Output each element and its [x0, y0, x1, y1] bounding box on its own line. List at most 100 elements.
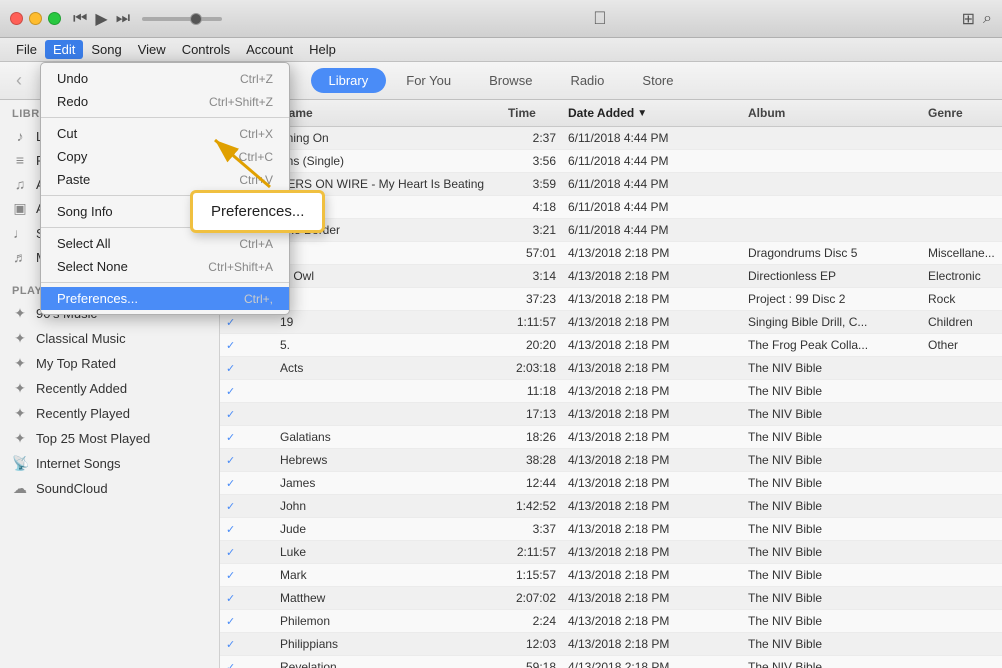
tab-library[interactable]: Library [311, 68, 387, 93]
sidebar-item-classical[interactable]: ✦ Classical Music [0, 326, 219, 351]
cell-check: ✓ [220, 635, 244, 653]
col-date-added[interactable]: Date Added ▼ [562, 104, 742, 122]
menu-item-paste[interactable]: Paste Ctrl+V [41, 168, 289, 191]
nav-back-icon[interactable]: ‹ [16, 70, 22, 91]
table-row[interactable]: ✓ 57:01 4/13/2018 2:18 PM Dragondrums Di… [220, 242, 1002, 265]
table-row[interactable]: ✓ 11:18 4/13/2018 2:18 PM The NIV Bible [220, 380, 1002, 403]
menu-help[interactable]: Help [301, 40, 344, 59]
menu-account[interactable]: Account [238, 40, 301, 59]
checkmark-icon: ✓ [226, 432, 235, 444]
fast-forward-button[interactable]: ⏭ [116, 10, 130, 28]
tab-store[interactable]: Store [624, 68, 691, 93]
table-row[interactable]: ✓ The Border 3:21 6/11/2018 4:44 PM [220, 219, 1002, 242]
table-row[interactable]: ✓ n 4:18 6/11/2018 4:44 PM [220, 196, 1002, 219]
menu-file[interactable]: File [8, 40, 45, 59]
search-icon[interactable]: ⌕ [983, 10, 992, 28]
maximize-button[interactable] [48, 12, 61, 25]
menu-item-select-all[interactable]: Select All Ctrl+A [41, 232, 289, 255]
col-name[interactable]: Name [274, 104, 502, 122]
menu-item-preferences[interactable]: Preferences... Ctrl+, [41, 287, 289, 310]
table-row[interactable]: ✓ Mark 1:15:57 4/13/2018 2:18 PM The NIV… [220, 564, 1002, 587]
menu-view[interactable]: View [130, 40, 174, 59]
cell-check: ✓ [220, 520, 244, 538]
menu-item-select-none[interactable]: Select None Ctrl+Shift+A [41, 255, 289, 278]
table-row[interactable]: ✓ ans (Single) 3:56 6/11/2018 4:44 PM [220, 150, 1002, 173]
table-row[interactable]: ✓ John 1:42:52 4/13/2018 2:18 PM The NIV… [220, 495, 1002, 518]
table-row[interactable]: ✓ Galatians 18:26 4/13/2018 2:18 PM The … [220, 426, 1002, 449]
cell-name: n [274, 198, 502, 216]
dropdown-menu[interactable]: Undo Ctrl+Z Redo Ctrl+Shift+Z Cut Ctrl+X… [40, 62, 290, 315]
sidebar-item-my-top-rated[interactable]: ✦ My Top Rated [0, 351, 219, 376]
cell-check: ✓ [220, 497, 244, 515]
table-header: # Name Time Date Added ▼ Album Genre [220, 100, 1002, 127]
cell-num [244, 481, 274, 485]
cell-album: The NIV Bible [742, 382, 922, 400]
cell-genre [922, 504, 1002, 508]
cell-name: TERS ON WIRE - My Heart Is Beating [274, 175, 502, 193]
divider [41, 227, 289, 228]
menu-bar: File Edit Song View Controls Account Hel… [0, 38, 1002, 62]
cell-date-added: 4/13/2018 2:18 PM [562, 267, 742, 285]
sidebar-item-top-25[interactable]: ✦ Top 25 Most Played [0, 426, 219, 451]
cell-date-added: 4/13/2018 2:18 PM [562, 336, 742, 354]
cell-num [244, 642, 274, 646]
table-row[interactable]: ✓ Hebrews 38:28 4/13/2018 2:18 PM The NI… [220, 449, 1002, 472]
table-row[interactable]: ✓ James 12:44 4/13/2018 2:18 PM The NIV … [220, 472, 1002, 495]
col-genre[interactable]: Genre [922, 104, 1002, 122]
volume-slider[interactable] [142, 17, 222, 21]
table-row[interactable]: ✓ aning On 2:37 6/11/2018 4:44 PM [220, 127, 1002, 150]
table-row[interactable]: ✓ TERS ON WIRE - My Heart Is Beating 3:5… [220, 173, 1002, 196]
table-row[interactable]: ✓ Jude 3:37 4/13/2018 2:18 PM The NIV Bi… [220, 518, 1002, 541]
menu-song[interactable]: Song [83, 40, 129, 59]
cell-album: The NIV Bible [742, 405, 922, 423]
cell-name: Philippians [274, 635, 502, 653]
grid-icon[interactable]: ⊞ [962, 9, 975, 29]
cell-check: ✓ [220, 589, 244, 607]
menu-item-cut[interactable]: Cut Ctrl+X [41, 122, 289, 145]
sidebar-item-recently-added[interactable]: ✦ Recently Added [0, 376, 219, 401]
table-row[interactable]: ✓ 37:23 4/13/2018 2:18 PM Project : 99 D… [220, 288, 1002, 311]
checkmark-icon: ✓ [226, 455, 235, 467]
menu-controls[interactable]: Controls [174, 40, 238, 59]
cell-time: 38:28 [502, 451, 562, 469]
cell-time: 1:42:52 [502, 497, 562, 515]
table-row[interactable]: ✓ 5. 20:20 4/13/2018 2:18 PM The Frog Pe… [220, 334, 1002, 357]
cell-album: Directionless EP [742, 267, 922, 285]
table-row[interactable]: ✓ Revelation 59:18 4/13/2018 2:18 PM The… [220, 656, 1002, 668]
col-album[interactable]: Album [742, 104, 922, 122]
sidebar-item-soundcloud[interactable]: ☁ SoundCloud [0, 476, 219, 501]
play-button[interactable]: ▶ [95, 9, 107, 29]
menu-item-song-info[interactable]: Song Info Ctrl+I [41, 200, 289, 223]
rewind-button[interactable]: ⏮ [73, 10, 87, 28]
cell-album: The NIV Bible [742, 566, 922, 584]
tab-radio[interactable]: Radio [552, 68, 622, 93]
sidebar-item-internet-songs[interactable]: 📡 Internet Songs [0, 451, 219, 476]
table-row[interactable]: ✓ Philippians 12:03 4/13/2018 2:18 PM Th… [220, 633, 1002, 656]
cell-num [244, 458, 274, 462]
menu-item-redo[interactable]: Redo Ctrl+Shift+Z [41, 90, 289, 113]
menu-item-undo[interactable]: Undo Ctrl+Z [41, 67, 289, 90]
table-row[interactable]: ✓ Philemon 2:24 4/13/2018 2:18 PM The NI… [220, 610, 1002, 633]
table-row[interactable]: ✓ 19 1:11:57 4/13/2018 2:18 PM Singing B… [220, 311, 1002, 334]
minimize-button[interactable] [29, 12, 42, 25]
playlist-icon: ✦ [12, 430, 28, 447]
menu-item-copy[interactable]: Copy Ctrl+C [41, 145, 289, 168]
col-time[interactable]: Time [502, 104, 562, 122]
menu-edit[interactable]: Edit [45, 40, 83, 59]
cell-name: aning On [274, 129, 502, 147]
playlist-icon: ✦ [12, 330, 28, 347]
cell-date-added: 4/13/2018 2:18 PM [562, 566, 742, 584]
sidebar-item-recently-played[interactable]: ✦ Recently Played [0, 401, 219, 426]
cell-date-added: 6/11/2018 4:44 PM [562, 152, 742, 170]
table-row[interactable]: ✓ 17:13 4/13/2018 2:18 PM The NIV Bible [220, 403, 1002, 426]
close-button[interactable] [10, 12, 23, 25]
cell-time: 3:56 [502, 152, 562, 170]
tab-for-you[interactable]: For You [388, 68, 469, 93]
table-row[interactable]: ✓ Matthew 2:07:02 4/13/2018 2:18 PM The … [220, 587, 1002, 610]
tab-browse[interactable]: Browse [471, 68, 550, 93]
cell-date-added: 4/13/2018 2:18 PM [562, 313, 742, 331]
table-row[interactable]: ✓ Luke 2:11:57 4/13/2018 2:18 PM The NIV… [220, 541, 1002, 564]
table-row[interactable]: ✓ ht Owl 3:14 4/13/2018 2:18 PM Directio… [220, 265, 1002, 288]
cell-time: 37:23 [502, 290, 562, 308]
table-row[interactable]: ✓ Acts 2:03:18 4/13/2018 2:18 PM The NIV… [220, 357, 1002, 380]
